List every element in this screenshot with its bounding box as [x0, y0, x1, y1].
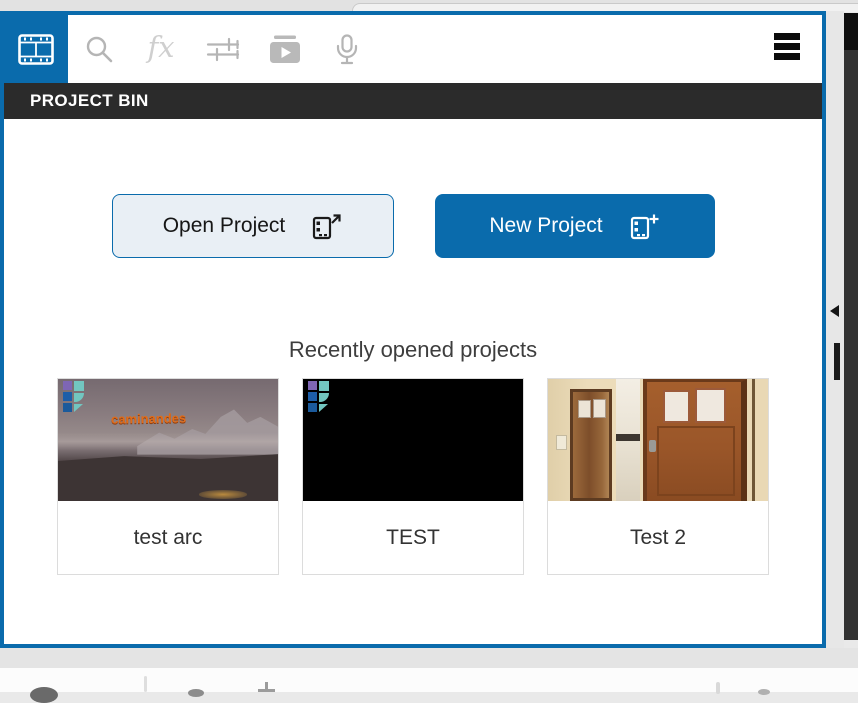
partial-add-icon[interactable] [258, 682, 275, 692]
tab-project-bin[interactable] [4, 15, 68, 83]
sliders-icon [206, 35, 240, 63]
tab-adjustments[interactable] [192, 15, 254, 83]
main-toolbar: fx [4, 15, 822, 83]
bottom-divider-strip [0, 648, 858, 668]
recent-project-card[interactable]: TEST [302, 378, 524, 575]
partial-icon[interactable] [758, 689, 770, 695]
toolbar-divider [144, 676, 147, 692]
partial-icon[interactable] [30, 687, 58, 703]
vertical-scrollbar-thumb[interactable] [834, 343, 840, 380]
app-logo-badge [63, 381, 87, 414]
project-name: Test 2 [548, 501, 768, 575]
new-project-icon [629, 211, 660, 242]
recent-project-card[interactable]: Test 2 [547, 378, 769, 575]
project-thumbnail-caminandes: caminandes [58, 379, 278, 501]
app-logo-badge [308, 381, 332, 414]
open-project-label: Open Project [163, 214, 286, 238]
window-top-edge [0, 0, 858, 11]
partial-icon[interactable] [188, 689, 204, 697]
hamburger-menu-icon[interactable] [774, 33, 800, 60]
adjacent-panel-header-edge [844, 13, 858, 50]
adjacent-dark-panel-edge [844, 13, 858, 640]
microphone-icon [336, 34, 358, 65]
tab-voiceover[interactable] [316, 15, 378, 83]
project-name: TEST [303, 501, 523, 575]
open-project-button[interactable]: Open Project [112, 194, 394, 258]
door-handle [649, 440, 656, 452]
project-bin-panel: fx [0, 11, 826, 648]
wooden-door [643, 379, 747, 501]
collapse-panel-arrow-icon[interactable] [830, 305, 839, 317]
project-bin-content: Open Project New Project [4, 194, 822, 575]
tab-search[interactable] [68, 15, 130, 83]
recent-project-card[interactable]: caminandes test arc [57, 378, 279, 575]
project-thumbnail-black [303, 379, 523, 501]
film-strip-icon [18, 34, 54, 65]
recent-projects-row: caminandes test arc TEST [4, 378, 822, 575]
toolbar-divider [716, 682, 720, 694]
project-thumbnail-door [548, 379, 768, 501]
project-actions-row: Open Project New Project [4, 194, 822, 258]
tab-publish[interactable] [254, 15, 316, 83]
tab-effects[interactable]: fx [130, 15, 192, 83]
fx-icon: fx [147, 33, 174, 62]
lake-glow [199, 490, 247, 499]
lower-toolbar-partial [0, 668, 858, 692]
project-name: test arc [58, 501, 278, 575]
open-project-icon [311, 211, 342, 242]
recent-projects-heading: Recently opened projects [4, 336, 822, 363]
search-icon [85, 35, 113, 63]
cloud-haze [58, 433, 278, 450]
panel-title: PROJECT BIN [4, 83, 822, 119]
panel-splitter-gutter [826, 11, 844, 648]
light-switch [556, 435, 567, 450]
doorway-band [616, 434, 640, 441]
mirror [570, 389, 612, 501]
thumbnail-title-text: caminandes [111, 410, 186, 426]
new-project-button[interactable]: New Project [435, 194, 715, 258]
publish-video-icon [268, 34, 302, 64]
wall-crease [752, 379, 755, 501]
new-project-label: New Project [489, 214, 602, 238]
